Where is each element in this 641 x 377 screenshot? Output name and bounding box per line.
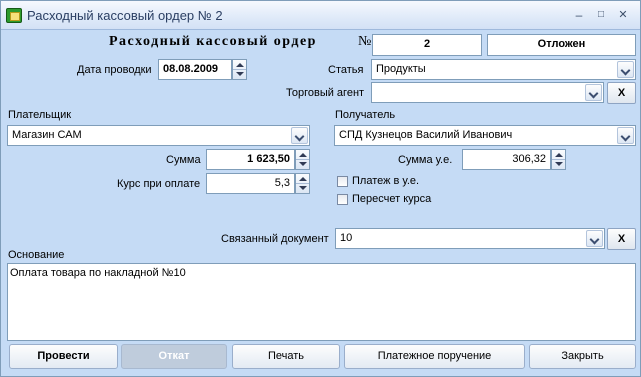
form-heading: Расходный кассовый ордер — [109, 34, 317, 49]
chevron-down-icon[interactable] — [617, 127, 634, 144]
article-value: Продукты — [376, 63, 426, 75]
minimize-button[interactable]: – — [570, 7, 588, 23]
payment-order-button[interactable]: Платежное поручение — [344, 344, 525, 369]
rollback-button[interactable]: Откат — [121, 344, 227, 369]
pay-ue-label: Платеж в у.е. — [352, 175, 420, 187]
close-button[interactable]: Закрыть — [529, 344, 636, 369]
date-label: Дата проводки — [77, 64, 152, 76]
article-label: Статья — [328, 64, 364, 76]
number-sign: № — [358, 34, 372, 49]
pay-ue-checkbox[interactable] — [337, 176, 348, 187]
rate-spinner[interactable] — [295, 173, 310, 194]
sum-ue-label: Сумма у.е. — [398, 154, 453, 166]
sum-field[interactable]: 1 623,50 — [206, 149, 295, 170]
sum-label: Сумма — [166, 154, 201, 166]
maximize-button[interactable]: □ — [592, 7, 610, 23]
date-field[interactable]: 08.08.2009 — [158, 59, 232, 80]
receiver-label: Получатель — [335, 109, 396, 121]
recalc-label: Пересчет курса — [352, 193, 432, 205]
rate-label: Курс при оплате — [117, 178, 201, 190]
close-window-button[interactable]: ✕ — [614, 7, 632, 23]
post-button[interactable]: Провести — [9, 344, 118, 369]
rate-field[interactable]: 5,3 — [206, 173, 295, 194]
sum-ue-field[interactable]: 306,32 — [462, 149, 551, 170]
basis-label: Основание — [8, 249, 65, 261]
chevron-down-icon[interactable] — [585, 84, 602, 101]
payer-value: Магазин САМ — [12, 129, 82, 141]
app-icon — [6, 8, 22, 23]
print-button[interactable]: Печать — [232, 344, 340, 369]
clear-agent-button[interactable]: X — [607, 82, 636, 104]
clear-linked-doc-button[interactable]: X — [607, 228, 636, 250]
recalc-checkbox[interactable] — [337, 194, 348, 205]
payer-combo[interactable]: Магазин САМ — [7, 125, 310, 146]
sum-ue-spinner[interactable] — [551, 149, 566, 170]
chevron-down-icon[interactable] — [586, 230, 603, 247]
article-combo[interactable]: Продукты — [371, 59, 636, 80]
linked-doc-label: Связанный документ — [221, 233, 329, 245]
sum-spinner[interactable] — [295, 149, 310, 170]
payer-label: Плательщик — [8, 109, 72, 121]
order-window: Расходный кассовый ордер № 2 – □ ✕ Расхо… — [0, 0, 641, 377]
agent-label: Торговый агент — [286, 87, 365, 99]
order-number-field[interactable]: 2 — [372, 34, 482, 56]
linked-doc-combo[interactable]: 10 — [335, 228, 605, 249]
status-field: Отложен — [487, 34, 636, 56]
receiver-value: СПД Кузнецов Василий Иванович — [339, 129, 513, 141]
linked-doc-value: 10 — [340, 232, 353, 244]
title-bar: Расходный кассовый ордер № 2 – □ ✕ — [1, 1, 640, 30]
date-spinner[interactable] — [232, 59, 247, 80]
receiver-combo[interactable]: СПД Кузнецов Василий Иванович — [334, 125, 636, 146]
window-title: Расходный кассовый ордер № 2 — [27, 8, 223, 23]
chevron-down-icon[interactable] — [291, 127, 308, 144]
basis-textarea[interactable]: Оплата товара по накладной №10 — [7, 263, 636, 341]
chevron-down-icon[interactable] — [617, 61, 634, 78]
agent-combo[interactable] — [371, 82, 604, 103]
